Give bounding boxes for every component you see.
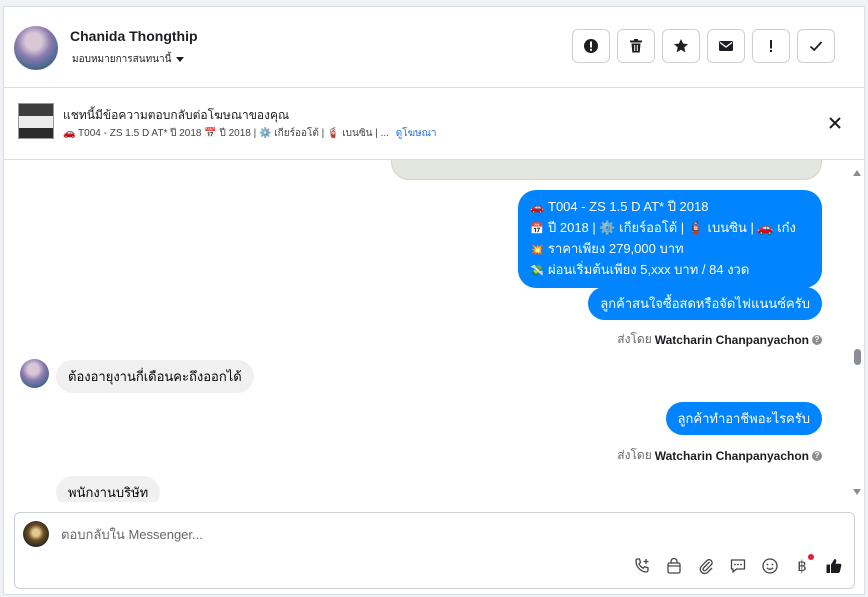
caret-down-icon [176, 57, 185, 62]
page-avatar [23, 521, 49, 547]
car-icon: 🚗 [530, 202, 544, 214]
sent-by-prefix: ส่งโดย [617, 448, 652, 462]
assign-label: มอบหมายการสนทนานี้ [72, 54, 172, 65]
ad-image-attachment[interactable] [391, 160, 822, 180]
saved-reply-icon [730, 559, 746, 573]
call-add-button[interactable] [632, 556, 652, 576]
outgoing-ad-message[interactable]: 🚗 T004 - ZS 1.5 D AT* ปี 2018 📅 ปี 2018 | … [518, 190, 822, 288]
mark-spam-button[interactable] [572, 29, 610, 63]
shopping-bag-icon [667, 557, 681, 574]
ad-line-text: ผ่อนเริ่มต้นเพียง 5,xxx บาท / 84 งวด [548, 262, 750, 277]
emoji-button[interactable] [760, 556, 780, 576]
incoming-message[interactable]: พนักงานบริษัท [56, 476, 161, 502]
trash-icon [630, 39, 642, 53]
reply-input[interactable] [61, 527, 761, 542]
view-ad-link[interactable]: ดูโฆษณา [396, 128, 437, 139]
incoming-message[interactable]: ต้องอายุงานกี่เดือนคะถึงออกได้ [56, 360, 254, 393]
exclamation-icon [770, 40, 772, 52]
ad-line-text: ราคาเพียง 279,000 บาท [548, 241, 684, 256]
contact-avatar-small[interactable] [20, 359, 49, 388]
call-add-icon [635, 558, 649, 573]
message-thread[interactable]: 🚗 T004 - ZS 1.5 D AT* ปี 2018 📅 ปี 2018 | … [4, 160, 864, 502]
star-button[interactable] [662, 29, 700, 63]
close-icon[interactable] [826, 114, 844, 132]
contact-name[interactable]: Chanida Thongthip [70, 28, 198, 44]
ad-thumbnail[interactable] [18, 103, 54, 139]
sent-by-prefix: ส่งโดย [617, 332, 652, 346]
money-wings-icon: 💸 [530, 265, 544, 277]
header-actions [572, 29, 835, 63]
notification-dot [808, 554, 814, 560]
thumbs-up-icon [826, 559, 842, 573]
reply-composer: ฿ [14, 512, 855, 589]
ad-message-line: 💥 ราคาเพียง 279,000 บาท [530, 239, 810, 260]
sender-name: Watcharin Chanpanyachon [654, 332, 809, 347]
delete-button[interactable] [617, 29, 655, 63]
ad-line-text: ปี 2018 | ⚙️ เกียร์ออโต้ | 🧯 เบนซิน | 🚗 … [548, 220, 796, 235]
star-icon [674, 39, 688, 53]
scroll-down-arrow[interactable] [853, 489, 861, 495]
check-icon [809, 41, 823, 52]
outgoing-message[interactable]: ลูกค้าทำอาชีพอะไรครับ [665, 402, 822, 435]
ad-message-line: 💸 ผ่อนเริ่มต้นเพียง 5,xxx บาท / 84 งวด [530, 260, 810, 281]
contact-avatar[interactable] [14, 26, 58, 70]
assign-conversation-dropdown[interactable]: มอบหมายการสนทนานี้ [72, 52, 185, 67]
question-icon[interactable]: ? [812, 334, 822, 345]
ad-message-line: 🚗 T004 - ZS 1.5 D AT* ปี 2018 [530, 197, 810, 218]
outgoing-message[interactable]: ลูกค้าสนใจซื้อสดหรือจัดไฟแนนซ์ครับ [588, 287, 822, 320]
sent-by-label: ส่งโดย Watcharin Chanpanyachon ? [617, 446, 822, 465]
follow-up-button[interactable] [752, 29, 790, 63]
send-like-button[interactable] [824, 556, 844, 576]
ad-description: 🚗 T004 - ZS 1.5 D AT* ปี 2018 📅 ปี 2018 … [63, 128, 389, 139]
ad-line-text: T004 - ZS 1.5 D AT* ปี 2018 [548, 199, 709, 214]
payment-button[interactable]: ฿ [792, 554, 814, 576]
sent-by-label: ส่งโดย Watcharin Chanpanyachon ? [617, 330, 822, 349]
conversation-panel: Chanida Thongthip มอบหมายการสนทนานี้ แชท… [3, 6, 865, 595]
mark-unread-button[interactable] [707, 29, 745, 63]
mark-done-button[interactable] [797, 29, 835, 63]
composer-toolbar: ฿ [632, 554, 844, 576]
conversation-header: Chanida Thongthip มอบหมายการสนทนานี้ [4, 7, 864, 88]
ad-banner-subtitle: 🚗 T004 - ZS 1.5 D AT* ปี 2018 📅 ปี 2018 … [63, 126, 437, 141]
ad-message-line: 📅 ปี 2018 | ⚙️ เกียร์ออโต้ | 🧯 เบนซิน | 🚗… [530, 218, 810, 239]
ad-reply-banner: แชทนี้มีข้อความตอบกลับต่อโฆษณาของคุณ 🚗 T… [4, 88, 864, 160]
question-icon[interactable]: ? [812, 450, 822, 461]
scrollbar-thumb[interactable] [854, 349, 861, 365]
attach-button[interactable] [696, 556, 716, 576]
sender-name: Watcharin Chanpanyachon [654, 448, 809, 463]
attachment-icon [699, 559, 713, 575]
scroll-up-arrow[interactable] [853, 170, 861, 176]
baht-icon: ฿ [797, 557, 807, 575]
shop-button[interactable] [664, 556, 684, 576]
calendar-icon: 📅 [530, 223, 544, 235]
saved-replies-button[interactable] [728, 556, 748, 576]
mail-icon [719, 41, 733, 51]
spam-icon [584, 39, 598, 53]
collision-icon: 💥 [530, 244, 544, 256]
emoji-icon [762, 558, 778, 574]
ad-banner-title: แชทนี้มีข้อความตอบกลับต่อโฆษณาของคุณ [63, 108, 290, 122]
